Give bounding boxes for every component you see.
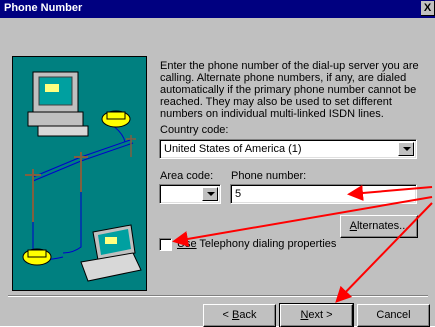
dropdown-arrow-icon[interactable] — [202, 187, 218, 201]
window-title: Phone Number — [4, 2, 83, 14]
alternates-button[interactable]: Alternates... — [340, 215, 418, 238]
back-prefix: < — [222, 309, 232, 321]
dropdown-arrow-icon[interactable] — [398, 142, 414, 156]
dialup-illustration — [12, 56, 147, 291]
laptop-icon — [80, 224, 142, 282]
computer-icon — [27, 71, 89, 137]
country-code-select[interactable]: United States of America (1) — [159, 139, 417, 159]
country-code-value: United States of America (1) — [164, 143, 302, 155]
telephony-label-rest: Telephony dialing properties — [196, 238, 337, 250]
telephone-icon — [101, 110, 131, 128]
separator — [8, 295, 428, 297]
title-bar: Phone Number X — [0, 0, 435, 18]
description-text: Enter the phone number of the dial-up se… — [160, 60, 419, 120]
dialog-panel: Enter the phone number of the dial-up se… — [0, 18, 435, 327]
telephony-label[interactable]: Use Telephony dialing properties — [177, 238, 336, 250]
back-label: ack — [239, 309, 257, 321]
phone-number-input[interactable]: 5 — [230, 184, 417, 204]
back-button[interactable]: < Back — [203, 304, 276, 327]
area-code-select[interactable] — [159, 184, 221, 204]
alternates-label: lternates... — [356, 220, 409, 232]
telephony-label-prefix: Use — [177, 238, 197, 250]
next-button[interactable]: Next > — [279, 303, 354, 327]
phone-number-value: 5 — [235, 188, 242, 200]
phone-number-label: Phone number: — [231, 170, 307, 182]
telephony-checkbox[interactable] — [159, 238, 172, 251]
alternates-mnemonic: A — [349, 220, 357, 232]
cancel-button[interactable]: Cancel — [357, 304, 430, 327]
close-button[interactable]: X — [421, 1, 435, 16]
telephone-icon — [22, 248, 52, 266]
country-code-label: Country code: — [160, 124, 229, 136]
area-code-label: Area code: — [160, 170, 214, 182]
next-label: ext > — [308, 309, 333, 321]
